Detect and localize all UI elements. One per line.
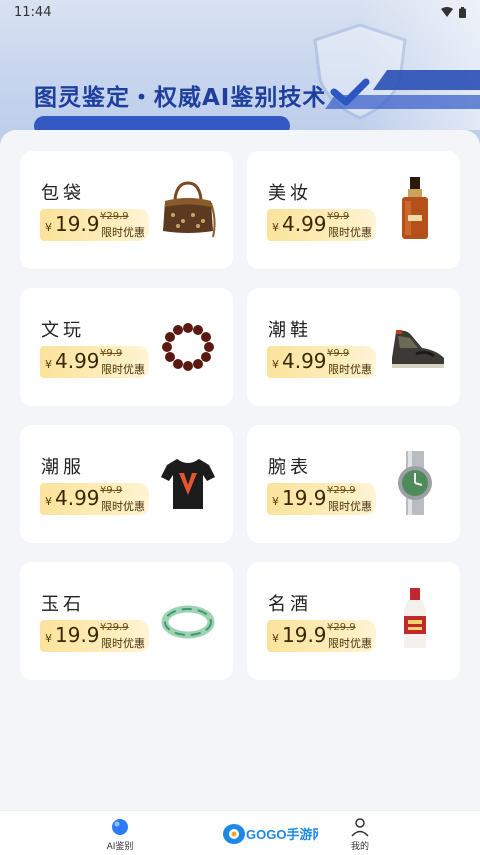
category-card-cosmetics[interactable]: 美妆 ¥ 4.99 ¥9.9 限时优惠 (247, 151, 460, 269)
original-price: ¥29.9 (327, 622, 356, 633)
price-tag: ¥ 4.99 ¥9.9 限时优惠 (40, 483, 149, 515)
category-name: 美妆 (268, 183, 312, 204)
category-name: 文玩 (41, 320, 85, 341)
price-tag: ¥ 4.99 ¥9.9 限时优惠 (267, 346, 376, 378)
price-tag: ¥ 4.99 ¥9.9 限时优惠 (267, 209, 376, 241)
price: 4.99 (282, 349, 327, 373)
tab-mine[interactable]: 我的 (330, 817, 390, 855)
promo-label: 限时优惠 (101, 500, 145, 513)
tab-mine-label: 我的 (350, 842, 369, 852)
currency-symbol: ¥ (45, 632, 52, 645)
price: 4.99 (55, 349, 100, 373)
category-card-sneakers[interactable]: 潮鞋 ¥ 4.99 ¥9.9 限时优惠 (247, 288, 460, 406)
price: 19.9 (282, 486, 327, 510)
category-panel: 包袋 ¥ 19.9 ¥29.9 限时优惠 美妆 ¥ 4.99 ¥9.9 限时优惠… (0, 130, 480, 810)
category-card-jade[interactable]: 玉石 ¥ 19.9 ¥29.9 限时优惠 (20, 562, 233, 680)
sneaker-icon (392, 330, 444, 368)
jade-bangle-icon (161, 605, 215, 639)
wristwatch-icon (398, 451, 432, 515)
promo-label: 限时优惠 (328, 637, 372, 650)
bead-bracelet-icon (162, 323, 214, 371)
wifi-icon (441, 7, 453, 17)
original-price: ¥29.9 (327, 485, 356, 496)
original-price: ¥29.9 (100, 622, 129, 633)
currency-symbol: ¥ (272, 221, 279, 234)
banner-title: 图灵鉴定・权威AI鉴别技术 (34, 85, 327, 111)
category-name: 包袋 (41, 183, 85, 204)
logo-text: GOGO手游网 (246, 827, 318, 842)
currency-symbol: ¥ (45, 358, 52, 371)
price-tag: ¥ 19.9 ¥29.9 限时优惠 (267, 620, 376, 652)
serum-bottle-icon (402, 177, 428, 239)
original-price: ¥9.9 (100, 348, 123, 359)
tshirt-icon (161, 459, 215, 509)
price: 19.9 (55, 212, 100, 236)
category-card-bags[interactable]: 包袋 ¥ 19.9 ¥29.9 限时优惠 (20, 151, 233, 269)
status-time: 11:44 (14, 4, 52, 20)
category-card-collectibles[interactable]: 文玩 ¥ 4.99 ¥9.9 限时优惠 (20, 288, 233, 406)
original-price: ¥9.9 (100, 485, 123, 496)
category-card-liquor[interactable]: 名酒 ¥ 19.9 ¥29.9 限时优惠 (247, 562, 460, 680)
price: 4.99 (282, 212, 327, 236)
original-price: ¥9.9 (327, 211, 350, 222)
price-tag: ¥ 4.99 ¥9.9 限时优惠 (40, 346, 149, 378)
currency-symbol: ¥ (45, 221, 52, 234)
price-tag: ¥ 19.9 ¥29.9 限时优惠 (40, 209, 149, 241)
bottom-tab-bar: AI鉴别 GOGO手游网 我的 (0, 810, 480, 855)
battery-icon (459, 6, 466, 18)
category-card-watches[interactable]: 腕表 ¥ 19.9 ¥29.9 限时优惠 (247, 425, 460, 543)
promo-label: 限时优惠 (328, 363, 372, 376)
original-price: ¥9.9 (327, 348, 350, 359)
category-name: 潮鞋 (268, 320, 312, 341)
price: 4.99 (55, 486, 100, 510)
tab-ai-identify[interactable]: AI鉴别 (90, 817, 150, 855)
currency-symbol: ¥ (272, 495, 279, 508)
category-grid: 包袋 ¥ 19.9 ¥29.9 限时优惠 美妆 ¥ 4.99 ¥9.9 限时优惠… (20, 151, 460, 680)
promo-label: 限时优惠 (101, 637, 145, 650)
category-name: 腕表 (268, 457, 312, 478)
price-tag: ¥ 19.9 ¥29.9 限时优惠 (40, 620, 149, 652)
promo-label: 限时优惠 (328, 500, 372, 513)
category-name: 名酒 (268, 594, 312, 615)
price: 19.9 (282, 623, 327, 647)
price: 19.9 (55, 623, 100, 647)
category-name: 玉石 (41, 594, 85, 615)
handbag-icon (163, 181, 216, 238)
promo-label: 限时优惠 (101, 226, 145, 239)
currency-symbol: ¥ (272, 632, 279, 645)
user-profile-icon (351, 818, 369, 837)
price-tag: ¥ 19.9 ¥29.9 限时优惠 (267, 483, 376, 515)
category-card-streetwear[interactable]: 潮服 ¥ 4.99 ¥9.9 限时优惠 (20, 425, 233, 543)
checkmark-icon (330, 78, 370, 106)
currency-symbol: ¥ (45, 495, 52, 508)
tab-ai-label: AI鉴别 (106, 842, 134, 852)
promo-label: 限时优惠 (328, 226, 372, 239)
category-name: 潮服 (41, 457, 85, 478)
currency-symbol: ¥ (272, 358, 279, 371)
status-bar: 11:44 (0, 0, 480, 24)
liquor-bottle-icon (404, 588, 426, 648)
gogo-logo: GOGO手游网 (223, 824, 318, 844)
original-price: ¥29.9 (100, 211, 129, 222)
promo-label: 限时优惠 (101, 363, 145, 376)
ai-identify-icon (112, 819, 128, 835)
